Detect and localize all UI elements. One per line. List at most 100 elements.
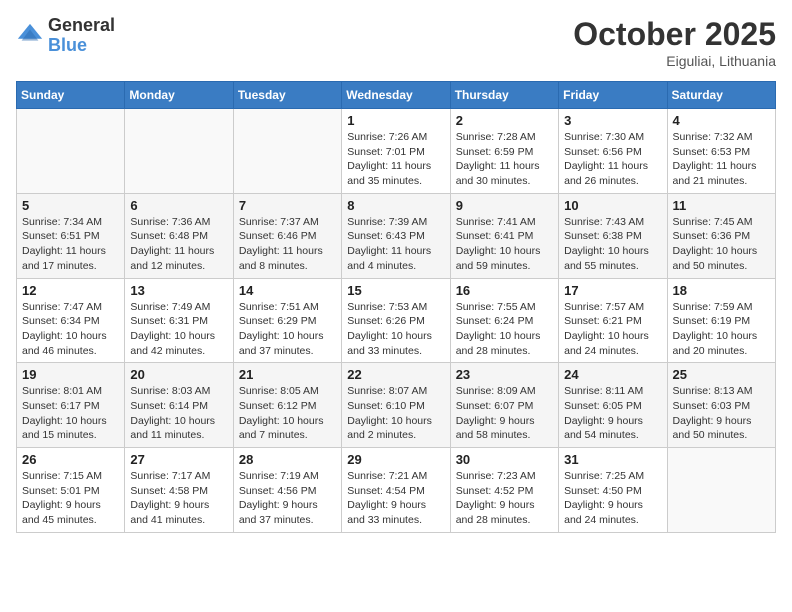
calendar-cell: 4Sunrise: 7:32 AM Sunset: 6:53 PM Daylig… [667,109,775,194]
day-info: Sunrise: 7:28 AM Sunset: 6:59 PM Dayligh… [456,130,553,189]
calendar-cell: 31 Sunrise: 7:25 AM Sunset: 4:50 PM Dayli… [559,448,667,533]
day-number: 10 [564,198,661,213]
day-info: Sunrise: 7:23 AM Sunset: 4:52 PM Dayligh… [456,469,553,528]
day-number: 13 [130,283,227,298]
day-number: 5 [22,198,119,213]
day-info: Sunrise: 8:01 AM Sunset: 6:17 PM Dayligh… [22,384,119,443]
day-info: Sunrise: 7:55 AM Sunset: 6:24 PM Dayligh… [456,300,553,359]
calendar-cell: 3 Sunrise: 7:30 AM Sunset: 6:56 PM Daylig… [559,109,667,194]
day-number: 25 [673,367,770,382]
calendar-cell: 14Sunrise: 7:51 AM Sunset: 6:29 PM Dayli… [233,278,341,363]
day-info: Sunrise: 7:39 AM Sunset: 6:43 PM Dayligh… [347,215,444,274]
day-number: 15 [347,283,444,298]
logo-icon [16,22,44,50]
day-number: 30 [456,452,553,467]
day-number: 29 [347,452,444,467]
day-number: 23 [456,367,553,382]
day-number: 4 [673,113,770,128]
day-number: 8 [347,198,444,213]
calendar-body: 1Sunrise: 7:26 AM Sunset: 7:01 PM Daylig… [17,109,776,533]
calendar-cell: 17Sunrise: 7:57 AM Sunset: 6:21 PM Dayli… [559,278,667,363]
calendar-cell: 27Sunrise: 7:17 AM Sunset: 4:58 PM Dayli… [125,448,233,533]
day-info: Sunrise: 7:53 AM Sunset: 6:26 PM Dayligh… [347,300,444,359]
day-info: Sunrise: 7:49 AM Sunset: 6:31 PM Dayligh… [130,300,227,359]
day-number: 9 [456,198,553,213]
day-header-sunday: Sunday [17,82,125,109]
page-header: General Blue October 2025 Eiguliai, Lith… [16,16,776,69]
calendar-cell [125,109,233,194]
day-number: 3 [564,113,661,128]
logo-text: General Blue [48,16,115,56]
calendar-cell: 29 Sunrise: 7:21 AM Sunset: 4:54 PM Dayli… [342,448,450,533]
day-info: Sunrise: 8:09 AM Sunset: 6:07 PM Dayligh… [456,384,553,443]
calendar-cell: 24 Sunrise: 8:11 AM Sunset: 6:05 PM Dayli… [559,363,667,448]
day-number: 1 [347,113,444,128]
calendar-cell: 23 Sunrise: 8:09 AM Sunset: 6:07 PM Dayli… [450,363,558,448]
day-number: 27 [130,452,227,467]
calendar-week-row: 1Sunrise: 7:26 AM Sunset: 7:01 PM Daylig… [17,109,776,194]
day-info: Sunrise: 7:47 AM Sunset: 6:34 PM Dayligh… [22,300,119,359]
day-info: Sunrise: 7:43 AM Sunset: 6:38 PM Dayligh… [564,215,661,274]
calendar-cell: 8 Sunrise: 7:39 AM Sunset: 6:43 PM Daylig… [342,193,450,278]
day-info: Sunrise: 8:05 AM Sunset: 6:12 PM Dayligh… [239,384,336,443]
day-info: Sunrise: 7:19 AM Sunset: 4:56 PM Dayligh… [239,469,336,528]
day-info: Sunrise: 7:30 AM Sunset: 6:56 PM Dayligh… [564,130,661,189]
calendar-week-row: 19 Sunrise: 8:01 AM Sunset: 6:17 PM Dayli… [17,363,776,448]
day-header-friday: Friday [559,82,667,109]
header-row: SundayMondayTuesdayWednesdayThursdayFrid… [17,82,776,109]
calendar-cell: 11Sunrise: 7:45 AM Sunset: 6:36 PM Dayli… [667,193,775,278]
day-info: Sunrise: 8:11 AM Sunset: 6:05 PM Dayligh… [564,384,661,443]
calendar-cell: 25Sunrise: 8:13 AM Sunset: 6:03 PM Dayli… [667,363,775,448]
calendar-cell: 2 Sunrise: 7:28 AM Sunset: 6:59 PM Daylig… [450,109,558,194]
day-header-monday: Monday [125,82,233,109]
calendar-cell: 19 Sunrise: 8:01 AM Sunset: 6:17 PM Dayli… [17,363,125,448]
day-info: Sunrise: 7:37 AM Sunset: 6:46 PM Dayligh… [239,215,336,274]
calendar-table: SundayMondayTuesdayWednesdayThursdayFrid… [16,81,776,533]
day-info: Sunrise: 7:21 AM Sunset: 4:54 PM Dayligh… [347,469,444,528]
calendar-cell: 16 Sunrise: 7:55 AM Sunset: 6:24 PM Dayli… [450,278,558,363]
calendar-cell [233,109,341,194]
day-number: 12 [22,283,119,298]
calendar-cell: 10 Sunrise: 7:43 AM Sunset: 6:38 PM Dayli… [559,193,667,278]
calendar-cell: 26Sunrise: 7:15 AM Sunset: 5:01 PM Dayli… [17,448,125,533]
day-header-thursday: Thursday [450,82,558,109]
calendar-cell [17,109,125,194]
calendar-cell: 15 Sunrise: 7:53 AM Sunset: 6:26 PM Dayli… [342,278,450,363]
calendar-cell: 30 Sunrise: 7:23 AM Sunset: 4:52 PM Dayli… [450,448,558,533]
calendar-cell: 20 Sunrise: 8:03 AM Sunset: 6:14 PM Dayli… [125,363,233,448]
calendar-cell: 13 Sunrise: 7:49 AM Sunset: 6:31 PM Dayli… [125,278,233,363]
day-info: Sunrise: 7:34 AM Sunset: 6:51 PM Dayligh… [22,215,119,274]
day-info: Sunrise: 7:25 AM Sunset: 4:50 PM Dayligh… [564,469,661,528]
day-number: 28 [239,452,336,467]
day-info: Sunrise: 7:59 AM Sunset: 6:19 PM Dayligh… [673,300,770,359]
day-number: 31 [564,452,661,467]
calendar-cell: 5 Sunrise: 7:34 AM Sunset: 6:51 PM Daylig… [17,193,125,278]
logo: General Blue [16,16,115,56]
calendar-week-row: 12 Sunrise: 7:47 AM Sunset: 6:34 PM Dayli… [17,278,776,363]
day-number: 19 [22,367,119,382]
day-info: Sunrise: 7:41 AM Sunset: 6:41 PM Dayligh… [456,215,553,274]
calendar-cell [667,448,775,533]
calendar-week-row: 5 Sunrise: 7:34 AM Sunset: 6:51 PM Daylig… [17,193,776,278]
calendar-cell: 7 Sunrise: 7:37 AM Sunset: 6:46 PM Daylig… [233,193,341,278]
day-number: 16 [456,283,553,298]
month-title: October 2025 [573,16,776,53]
day-number: 7 [239,198,336,213]
day-number: 14 [239,283,336,298]
calendar-cell: 22Sunrise: 8:07 AM Sunset: 6:10 PM Dayli… [342,363,450,448]
location-label: Eiguliai, Lithuania [573,53,776,69]
calendar-week-row: 26Sunrise: 7:15 AM Sunset: 5:01 PM Dayli… [17,448,776,533]
day-info: Sunrise: 8:03 AM Sunset: 6:14 PM Dayligh… [130,384,227,443]
day-number: 2 [456,113,553,128]
calendar-cell: 28 Sunrise: 7:19 AM Sunset: 4:56 PM Dayli… [233,448,341,533]
day-number: 11 [673,198,770,213]
calendar-cell: 6Sunrise: 7:36 AM Sunset: 6:48 PM Daylig… [125,193,233,278]
day-number: 24 [564,367,661,382]
day-number: 20 [130,367,227,382]
day-number: 17 [564,283,661,298]
day-header-wednesday: Wednesday [342,82,450,109]
logo-blue-label: Blue [48,36,115,56]
day-number: 18 [673,283,770,298]
day-info: Sunrise: 7:36 AM Sunset: 6:48 PM Dayligh… [130,215,227,274]
day-header-saturday: Saturday [667,82,775,109]
